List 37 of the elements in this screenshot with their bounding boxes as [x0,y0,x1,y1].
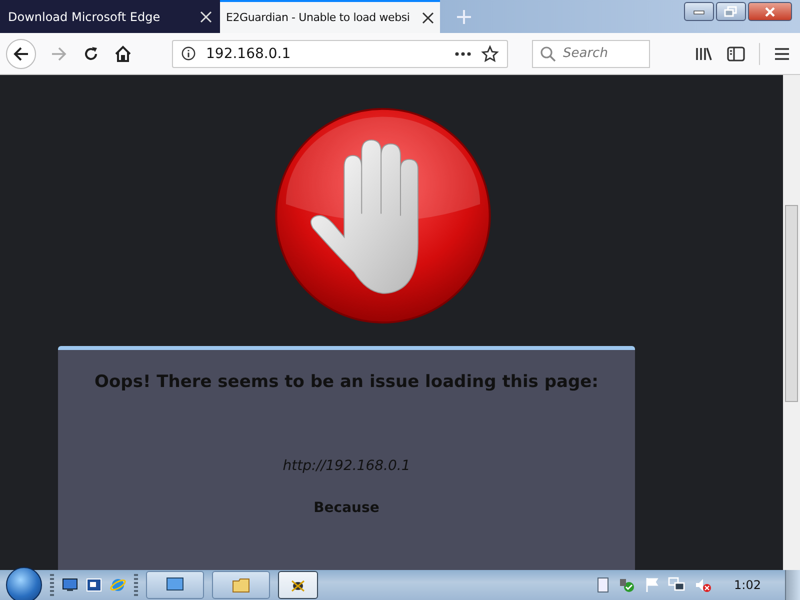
taskbar-button[interactable] [278,571,318,599]
close-icon [764,6,776,16]
network-icon[interactable] [668,577,686,593]
start-button[interactable] [6,567,42,600]
monitor-icon [166,577,184,593]
star-icon[interactable] [481,44,499,62]
sidebar-icon[interactable] [727,46,745,62]
library-icon[interactable] [695,46,713,62]
taskbar-button[interactable] [146,571,204,599]
minimize-icon [693,8,705,16]
scrollbar[interactable] [783,75,800,570]
restore-icon [724,6,738,18]
search-field[interactable]: Search [532,40,650,68]
desktop-icon[interactable] [62,578,78,592]
back-button[interactable] [6,38,36,68]
search-icon [540,46,556,62]
clock[interactable]: 1:02 [734,578,761,592]
menu-icon[interactable] [774,46,790,60]
blocked-url: http://192.168.0.1 [282,458,410,474]
window-switch-icon[interactable] [86,578,102,592]
reload-icon[interactable] [82,44,100,62]
address-bar[interactable]: 192.168.0.1 [172,40,508,68]
folder-icon [232,577,250,593]
show-desktop-button[interactable] [785,570,800,600]
minimize-button[interactable] [684,2,714,21]
muted-speaker-icon[interactable] [694,577,712,593]
home-icon[interactable] [114,44,132,62]
more-icon[interactable] [455,52,471,56]
reason-label: Because [314,500,380,516]
info-icon[interactable] [181,46,196,61]
close-icon[interactable] [422,12,434,24]
restore-button[interactable] [716,2,746,21]
error-heading: Oops! There seems to be an issue loading this page: [94,372,598,392]
browser-tab[interactable]: E2Guardian - Unable to load websi [220,0,440,33]
back-arrow-icon [12,44,30,62]
document-icon[interactable] [596,577,610,593]
close-button[interactable] [748,2,792,21]
